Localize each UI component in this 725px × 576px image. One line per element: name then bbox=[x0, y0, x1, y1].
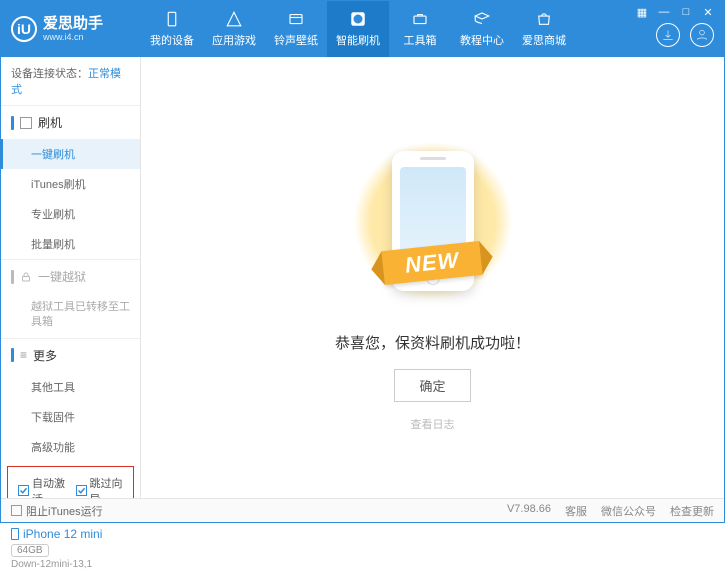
block-itunes-checkbox[interactable]: 阻止iTunes运行 bbox=[11, 503, 103, 519]
version-label: V7.98.66 bbox=[507, 503, 551, 519]
sidebar-item-flash-3[interactable]: 批量刷机 bbox=[1, 229, 140, 259]
success-illustration: NEW bbox=[353, 126, 513, 316]
phone-icon bbox=[20, 117, 32, 129]
confirm-button[interactable]: 确定 bbox=[394, 369, 470, 402]
logo: iU 爱思助手 www.i4.cn bbox=[1, 16, 141, 43]
user-button[interactable] bbox=[690, 23, 714, 47]
success-message: 恭喜您，保资料刷机成功啦！ bbox=[335, 332, 530, 353]
device-icon bbox=[163, 10, 181, 28]
nav-tools[interactable]: 工具箱 bbox=[389, 1, 451, 57]
sidebar-section-more: ≡ 更多 其他工具下载固件高级功能 bbox=[1, 338, 140, 462]
app-title: 爱思助手 bbox=[43, 16, 103, 33]
maximize-button[interactable]: □ bbox=[678, 5, 694, 19]
menu-button[interactable]: ▦ bbox=[634, 5, 650, 19]
nav-media[interactable]: 铃声壁纸 bbox=[265, 1, 327, 57]
app-header: iU 爱思助手 www.i4.cn 我的设备应用游戏铃声壁纸智能刷机工具箱教程中… bbox=[1, 1, 724, 57]
footer-link-3[interactable]: 检查更新 bbox=[670, 503, 714, 519]
sidebar-header-more: 更多 bbox=[33, 347, 57, 364]
device-name: iPhone 12 mini bbox=[23, 527, 102, 541]
device-meta: Down-12mini-13,1 bbox=[11, 559, 130, 570]
main-content: NEW 恭喜您，保资料刷机成功啦！ 确定 查看日志 bbox=[141, 57, 724, 500]
sidebar-section-jailbreak: 一键越狱 越狱工具已转移至工具箱 bbox=[1, 259, 140, 338]
jailbreak-note: 越狱工具已转移至工具箱 bbox=[1, 293, 140, 338]
footer: 阻止iTunes运行 V7.98.66 客服微信公众号检查更新 bbox=[1, 498, 724, 522]
sidebar: 设备连接状态：正常模式 刷机 一键刷机iTunes刷机专业刷机批量刷机 一键越狱… bbox=[1, 57, 141, 500]
tools-icon bbox=[411, 10, 429, 28]
window-controls: ▦ — □ ✕ bbox=[626, 1, 724, 23]
logo-icon: iU bbox=[11, 16, 37, 42]
close-button[interactable]: ✕ bbox=[700, 5, 716, 19]
nav-device[interactable]: 我的设备 bbox=[141, 1, 203, 57]
device-icon bbox=[11, 528, 19, 540]
device-capacity: 64GB bbox=[11, 544, 49, 557]
device-block[interactable]: iPhone 12 mini 64GB Down-12mini-13,1 bbox=[1, 520, 140, 576]
sidebar-header-flash: 刷机 bbox=[38, 114, 62, 131]
sidebar-header-jailbreak: 一键越狱 bbox=[38, 268, 86, 285]
sidebar-item-more-0[interactable]: 其他工具 bbox=[1, 372, 140, 402]
footer-link-2[interactable]: 微信公众号 bbox=[601, 503, 656, 519]
sidebar-item-flash-2[interactable]: 专业刷机 bbox=[1, 199, 140, 229]
sidebar-section-flash: 刷机 一键刷机iTunes刷机专业刷机批量刷机 bbox=[1, 105, 140, 259]
sidebar-item-more-2[interactable]: 高级功能 bbox=[1, 432, 140, 462]
store-icon bbox=[535, 10, 553, 28]
sidebar-item-flash-1[interactable]: iTunes刷机 bbox=[1, 169, 140, 199]
footer-link-1[interactable]: 客服 bbox=[565, 503, 587, 519]
sidebar-item-more-1[interactable]: 下载固件 bbox=[1, 402, 140, 432]
view-log-link[interactable]: 查看日志 bbox=[411, 416, 455, 432]
connection-status: 设备连接状态：正常模式 bbox=[1, 57, 140, 105]
apps-icon bbox=[225, 10, 243, 28]
nav-store[interactable]: 爱思商城 bbox=[513, 1, 575, 57]
download-button[interactable] bbox=[656, 23, 680, 47]
app-url: www.i4.cn bbox=[43, 32, 103, 42]
nav-apps[interactable]: 应用游戏 bbox=[203, 1, 265, 57]
media-icon bbox=[287, 10, 305, 28]
nav-flash[interactable]: 智能刷机 bbox=[327, 1, 389, 57]
sidebar-item-flash-0[interactable]: 一键刷机 bbox=[1, 139, 140, 169]
more-icon: ≡ bbox=[20, 348, 27, 362]
flash-icon bbox=[349, 10, 367, 28]
nav-tutorial[interactable]: 教程中心 bbox=[451, 1, 513, 57]
lock-icon bbox=[20, 271, 32, 283]
minimize-button[interactable]: — bbox=[656, 5, 672, 19]
tutorial-icon bbox=[473, 10, 491, 28]
